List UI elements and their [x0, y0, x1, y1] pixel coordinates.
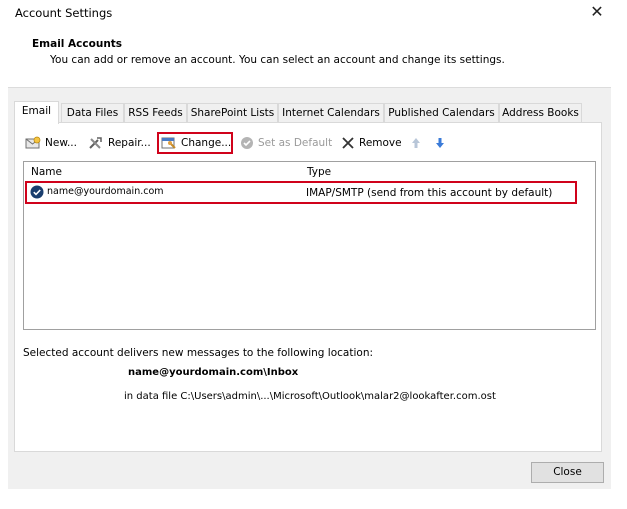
- tab-internet-calendars[interactable]: Internet Calendars: [278, 103, 384, 123]
- set-as-default-button[interactable]: Set as Default: [240, 134, 332, 152]
- new-button-label: New...: [45, 137, 77, 149]
- change-button-highlight: [157, 132, 233, 154]
- delivery-data-file: in data file C:\Users\admin\...\Microsof…: [124, 391, 496, 402]
- repair-button[interactable]: Repair...: [88, 134, 151, 152]
- repair-button-label: Repair...: [108, 137, 151, 149]
- account-settings-window: Account Settings ✕ Email Accounts You ca…: [0, 0, 627, 509]
- tab-address-books[interactable]: Address Books: [499, 103, 582, 123]
- close-button[interactable]: Close: [531, 462, 604, 483]
- delivery-folder: name@yourdomain.com\Inbox: [128, 367, 299, 378]
- new-account-icon: [25, 136, 41, 149]
- tab-email[interactable]: Email: [14, 101, 59, 124]
- column-header-type[interactable]: Type: [307, 166, 331, 178]
- new-button[interactable]: New...: [25, 134, 77, 152]
- set-as-default-label: Set as Default: [258, 137, 333, 149]
- move-up-button[interactable]: [411, 134, 425, 152]
- repair-tools-icon: [89, 137, 102, 149]
- remove-button[interactable]: Remove: [341, 134, 402, 152]
- delivery-location-label: Selected account delivers new messages t…: [23, 347, 374, 359]
- column-header-name[interactable]: Name: [31, 166, 62, 178]
- arrow-down-icon: [436, 138, 444, 148]
- move-down-button[interactable]: [435, 134, 449, 152]
- tab-data-files[interactable]: Data Files: [61, 103, 124, 123]
- window-title: Account Settings: [15, 6, 113, 20]
- tab-rss-feeds[interactable]: RSS Feeds: [124, 103, 187, 123]
- remove-x-icon: [342, 137, 354, 149]
- tab-published-calendars[interactable]: Published Calendars: [384, 103, 499, 123]
- section-title: Email Accounts: [32, 38, 123, 50]
- window-close-icon[interactable]: ✕: [588, 3, 606, 21]
- check-circle-icon: [241, 137, 253, 149]
- account-row-highlight: [25, 181, 577, 204]
- arrow-up-icon: [412, 138, 420, 148]
- section-description: You can add or remove an account. You ca…: [50, 54, 505, 66]
- tab-sharepoint-lists[interactable]: SharePoint Lists: [187, 103, 278, 123]
- remove-button-label: Remove: [359, 137, 402, 149]
